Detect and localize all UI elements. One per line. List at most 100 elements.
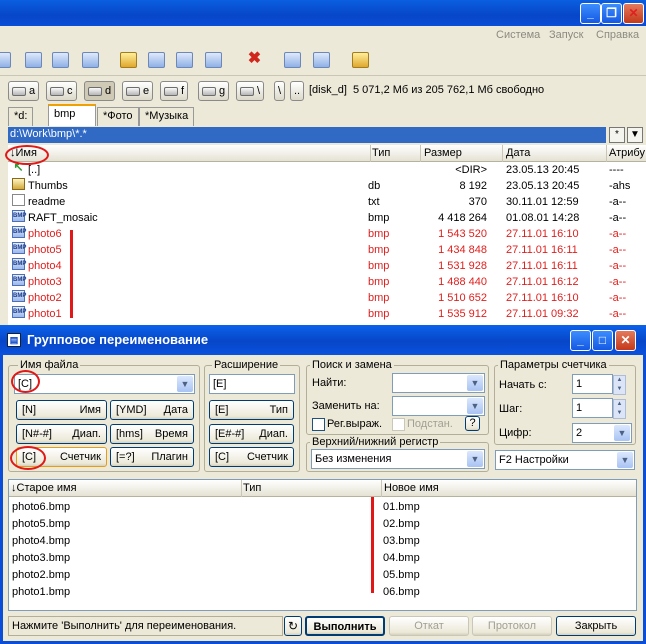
file-row[interactable]: BMP photo1 bmp 1 535 912 27.11.01 09:32 -a-- (8, 306, 646, 322)
preview-row[interactable]: photo2.bmp 05.bmp (9, 567, 636, 584)
find-input[interactable]: ▼ (392, 373, 485, 393)
menu-item-system[interactable]: Система (496, 29, 540, 41)
drive-button-f[interactable]: f (160, 81, 189, 101)
insert-extension-counter-button[interactable]: [C] Счетчик (209, 447, 294, 467)
drive-button-d[interactable]: d (84, 81, 116, 101)
file-type: db (368, 180, 381, 192)
counter-digits-select[interactable]: 2 ▼ (572, 423, 632, 443)
restore-button[interactable]: ❐ (601, 3, 622, 24)
column-header-type[interactable]: Тип (243, 482, 261, 494)
drive-button-e[interactable]: e (122, 81, 154, 101)
undo-button[interactable]: Откат (389, 616, 469, 636)
tab-music[interactable]: *Музыка (139, 107, 195, 126)
insert-time-button[interactable]: [hms] Время (110, 424, 194, 444)
column-header-attributes[interactable]: Атрибу (609, 147, 645, 159)
insert-extension-range-button[interactable]: [E#-#] Диап. (209, 424, 294, 444)
column-header-old-name[interactable]: ↓Старое имя (11, 482, 77, 494)
path-field[interactable]: d:\Work\bmp\*.* (8, 127, 606, 143)
counter-step-input[interactable]: 1 ▲ ▼ (572, 398, 626, 419)
dialog-maximize-button[interactable]: □ (592, 330, 613, 351)
drive-button-g[interactable]: g (198, 81, 230, 101)
preview-row[interactable]: photo6.bmp 01.bmp (9, 499, 636, 516)
refresh-icon[interactable]: ↻ (284, 616, 302, 636)
insert-range-button[interactable]: [N#-#] Диап. (16, 424, 107, 444)
parent-dir-button[interactable]: .. (290, 81, 305, 101)
case-select[interactable]: Без изменения ▼ (311, 449, 485, 469)
replace-input[interactable]: ▼ (392, 396, 485, 416)
column-header-size[interactable]: Размер (424, 147, 462, 159)
tab-d[interactable]: *d: (8, 107, 34, 126)
run-button[interactable]: Выполнить (305, 616, 385, 636)
menu-item-run[interactable]: Запуск (549, 29, 583, 41)
dialog-minimize-button[interactable]: _ (570, 330, 591, 351)
minimize-button[interactable]: _ (580, 3, 601, 24)
toolbar-icon[interactable] (0, 52, 11, 68)
preview-row[interactable]: photo5.bmp 02.bmp (9, 516, 636, 533)
drive-button-c[interactable]: c (46, 81, 77, 101)
search-cloud-icon[interactable] (352, 52, 369, 68)
help-button[interactable]: ? (465, 416, 480, 431)
folder-icon[interactable] (25, 52, 42, 68)
floppy-icon (12, 86, 26, 96)
file-row[interactable]: BMP photo6 bmp 1 543 520 27.11.01 16:10 -a-- (8, 226, 646, 242)
preview-row[interactable]: photo3.bmp 04.bmp (9, 550, 636, 567)
counter-start-input[interactable]: 1 ▲ ▼ (572, 374, 626, 395)
chevron-down-icon[interactable]: ▼ (177, 376, 193, 392)
file-row[interactable]: BMP photo2 bmp 1 510 652 27.11.01 16:10 -a-- (8, 290, 646, 306)
file-row[interactable]: BMP RAFT_mosaic bmp 4 418 264 01.08.01 14:28… (8, 210, 646, 226)
dialog-close-button[interactable]: ✕ (615, 330, 636, 351)
preview-row[interactable]: photo1.bmp 06.bmp (9, 584, 636, 601)
settings-select[interactable]: F2 Настройки ▼ (495, 450, 635, 470)
chevron-down-icon[interactable]: ▼ (467, 398, 483, 414)
log-button[interactable]: Протокол (472, 616, 552, 636)
file-name: photo1 (28, 308, 62, 320)
filter-star-button[interactable]: * (609, 127, 625, 143)
drive-button-a[interactable]: a (8, 81, 40, 101)
spinner-arrows-icon[interactable]: ▲ ▼ (613, 375, 626, 395)
regex-checkbox[interactable] (312, 418, 325, 431)
filename-mask-input[interactable]: [C] ▼ (14, 374, 195, 394)
column-header-date[interactable]: Дата (506, 147, 530, 159)
file-row[interactable]: readme txt 370 30.11.01 12:59 -a-- (8, 194, 646, 210)
substitute-checkbox[interactable] (392, 418, 405, 431)
column-header-new-name[interactable]: Новое имя (384, 482, 439, 494)
transfer-icon[interactable] (205, 52, 222, 68)
tab-bmp[interactable]: bmp (48, 104, 96, 126)
bmp-file-icon: BMP (12, 306, 26, 318)
insert-name-button[interactable]: [N] Имя (16, 400, 107, 420)
file-name: photo6 (28, 228, 62, 240)
file-row[interactable]: ↖ [..] <DIR> 23.05.13 20:45 ---- (8, 162, 646, 178)
extension-mask-input[interactable]: [E] (209, 374, 295, 394)
wand-icon[interactable] (120, 52, 137, 68)
chevron-down-icon[interactable]: ▼ (467, 375, 483, 391)
file-row[interactable]: BMP photo3 bmp 1 488 440 27.11.01 16:12 -a-- (8, 274, 646, 290)
spinner-arrows-icon[interactable]: ▲ ▼ (613, 399, 626, 419)
disk-icon (202, 86, 216, 96)
file-row[interactable]: Thumbs db 8 192 23.05.13 20:45 -ahs (8, 178, 646, 194)
new-folder-icon[interactable] (284, 52, 301, 68)
tab-photo[interactable]: *Фото (97, 107, 139, 126)
network-icon[interactable] (176, 52, 193, 68)
folder-icon[interactable] (82, 52, 99, 68)
close-button[interactable]: Закрыть (556, 616, 636, 636)
network-drive-button[interactable]: \ (236, 81, 265, 101)
root-dir-button[interactable]: \ (274, 81, 286, 101)
insert-date-button[interactable]: [YMD] Дата (110, 400, 194, 420)
window-icon[interactable] (313, 52, 330, 68)
chevron-down-icon[interactable]: ▼ (617, 452, 633, 468)
file-size: 1 535 912 (438, 308, 487, 320)
insert-extension-button[interactable]: [E] Тип (209, 400, 294, 420)
sync-icon[interactable] (148, 52, 165, 68)
delete-icon[interactable]: ✖ (246, 51, 263, 68)
chevron-down-icon[interactable]: ▼ (467, 451, 483, 467)
preview-row[interactable]: photo4.bmp 03.bmp (9, 533, 636, 550)
chevron-down-icon[interactable]: ▼ (614, 425, 630, 441)
menu-item-help[interactable]: Справка (596, 29, 639, 41)
folder-icon[interactable] (52, 52, 69, 68)
column-header-type[interactable]: Тип (372, 147, 390, 159)
insert-plugin-button[interactable]: [=?] Плагин (110, 447, 194, 467)
history-dropdown-button[interactable]: ▼ (627, 127, 643, 143)
file-row[interactable]: BMP photo4 bmp 1 531 928 27.11.01 16:11 -a-- (8, 258, 646, 274)
file-row[interactable]: BMP photo5 bmp 1 434 848 27.11.01 16:11 -a-- (8, 242, 646, 258)
close-window-button[interactable]: ✕ (623, 3, 644, 24)
